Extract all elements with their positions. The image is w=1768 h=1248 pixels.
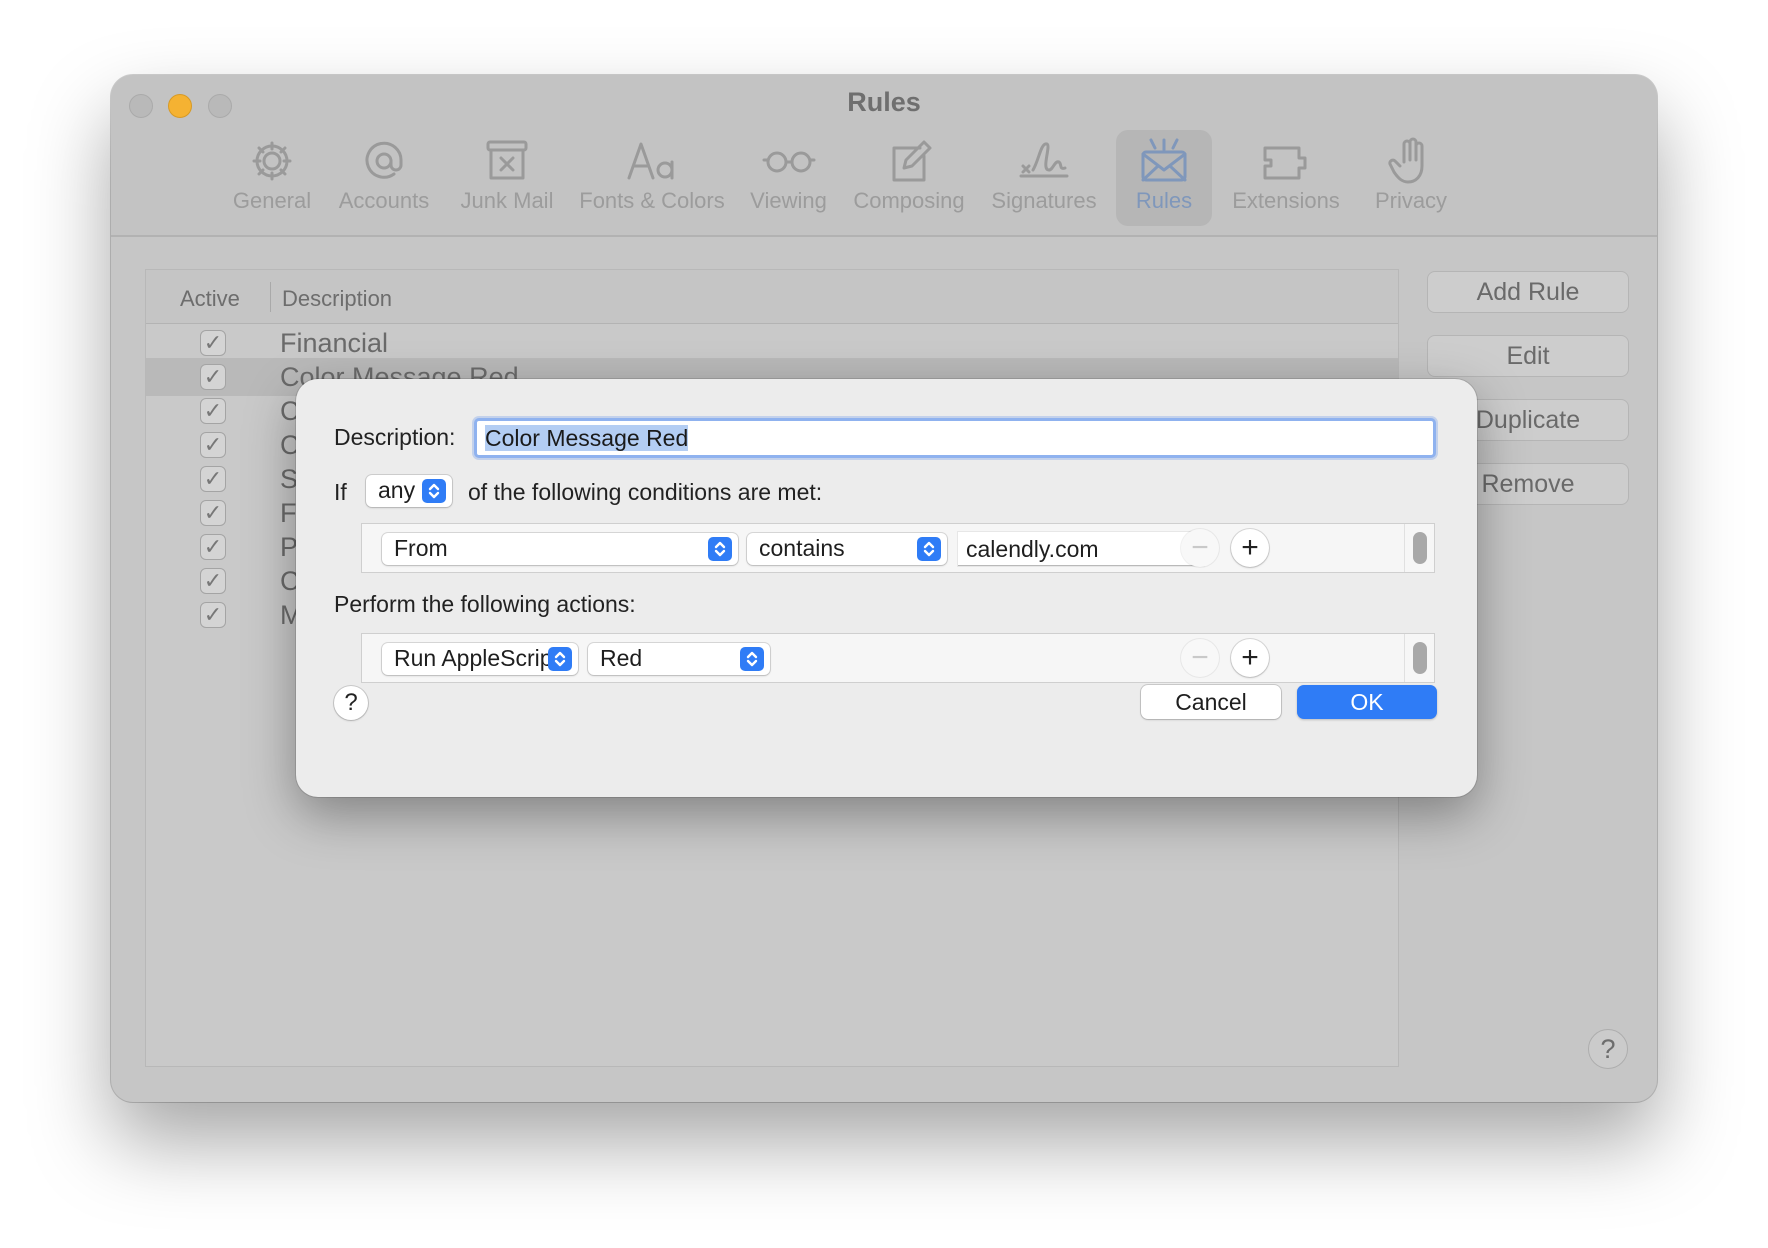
compose-icon (892, 140, 932, 182)
scroll-thumb[interactable] (1413, 532, 1427, 564)
tab-junk-mail[interactable]: Junk Mail (451, 130, 563, 226)
match-value: any (378, 477, 416, 503)
signature-icon (1019, 142, 1069, 178)
preferences-toolbar: General Accounts Junk Mail Fonts & Color… (111, 130, 1657, 230)
gear-icon (252, 141, 292, 181)
tab-composing[interactable]: Composing (846, 130, 972, 226)
description-field[interactable]: Color Message Red (474, 418, 1436, 458)
active-checkbox[interactable]: ✓ (200, 466, 226, 492)
actions-scrollbar[interactable] (1404, 634, 1434, 682)
stepper-icon (708, 537, 732, 561)
actions-label: Perform the following actions: (334, 591, 636, 617)
at-sign-icon (365, 141, 403, 179)
remove-action-button[interactable]: − (1181, 639, 1219, 677)
action-script-value: Red (600, 645, 643, 671)
tab-accounts[interactable]: Accounts (327, 130, 441, 226)
condition-field-value: From (394, 535, 448, 561)
stepper-icon (548, 647, 572, 671)
action-type-popup[interactable]: Run AppleScript (382, 643, 578, 675)
tab-general[interactable]: General (226, 130, 318, 226)
edit-rule-sheet: Description: Color Message Red If any of… (296, 379, 1477, 797)
add-action-button[interactable]: + (1231, 639, 1269, 677)
conditions-box: From contains calendly.com − + (361, 523, 1435, 573)
condition-field-popup[interactable]: From (382, 533, 738, 565)
description-value: Color Message Red (485, 425, 689, 451)
help-button[interactable]: ? (1588, 1029, 1628, 1069)
column-divider (270, 282, 271, 312)
scroll-thumb[interactable] (1413, 642, 1427, 674)
conditions-label: of the following conditions are met: (468, 479, 823, 505)
tab-fonts-colors[interactable]: Fonts & Colors (572, 130, 732, 226)
table-header: Active Description (146, 270, 1398, 324)
tab-extensions[interactable]: Extensions (1221, 130, 1351, 226)
action-script-popup[interactable]: Red (588, 643, 770, 675)
rule-description: Financial (280, 328, 389, 358)
active-checkbox[interactable]: ✓ (200, 364, 226, 390)
condition-value-text: calendly.com (966, 536, 1099, 562)
add-condition-button[interactable]: + (1231, 529, 1269, 567)
tab-rules[interactable]: Rules (1116, 130, 1212, 226)
condition-operator-value: contains (759, 535, 845, 561)
cancel-button[interactable]: Cancel (1141, 685, 1281, 719)
tab-signatures[interactable]: Signatures (982, 130, 1106, 226)
column-header-description[interactable]: Description (282, 286, 392, 312)
rule-description: F (280, 498, 297, 528)
extensions-icon (1263, 146, 1307, 180)
action-type-value: Run AppleScript (394, 645, 559, 671)
edit-button[interactable]: Edit (1427, 335, 1629, 377)
titlebar: Rules General Accounts Junk Mail Fonts &… (111, 75, 1657, 237)
stepper-icon (917, 537, 941, 561)
active-checkbox[interactable]: ✓ (200, 330, 226, 356)
match-popup[interactable]: any (366, 475, 452, 507)
junk-mail-icon (486, 140, 528, 180)
glasses-icon (762, 151, 815, 173)
active-checkbox[interactable]: ✓ (200, 500, 226, 526)
table-row[interactable]: ✓ Financial (146, 324, 1398, 362)
tab-viewing[interactable]: Viewing (741, 130, 836, 226)
active-checkbox[interactable]: ✓ (200, 534, 226, 560)
column-header-active[interactable]: Active (180, 286, 240, 312)
ok-button[interactable]: OK (1297, 685, 1437, 719)
add-rule-button[interactable]: Add Rule (1427, 271, 1629, 313)
sheet-help-button[interactable]: ? (334, 686, 368, 720)
active-checkbox[interactable]: ✓ (200, 602, 226, 628)
actions-box: Run AppleScript Red − + (361, 633, 1435, 683)
rules-envelope-icon (1141, 138, 1187, 182)
active-checkbox[interactable]: ✓ (200, 568, 226, 594)
remove-condition-button[interactable]: − (1181, 529, 1219, 567)
hand-icon (1388, 137, 1424, 184)
stepper-icon (740, 647, 764, 671)
fonts-icon (627, 142, 674, 180)
active-checkbox[interactable]: ✓ (200, 432, 226, 458)
tab-privacy[interactable]: Privacy (1361, 130, 1461, 226)
window-title: Rules (847, 87, 921, 117)
if-label: If (334, 479, 347, 505)
condition-value-field[interactable]: calendly.com (958, 532, 1204, 566)
description-label: Description: (334, 424, 456, 450)
stepper-icon (422, 479, 446, 503)
conditions-scrollbar[interactable] (1404, 524, 1434, 572)
condition-operator-popup[interactable]: contains (747, 533, 947, 565)
active-checkbox[interactable]: ✓ (200, 398, 226, 424)
